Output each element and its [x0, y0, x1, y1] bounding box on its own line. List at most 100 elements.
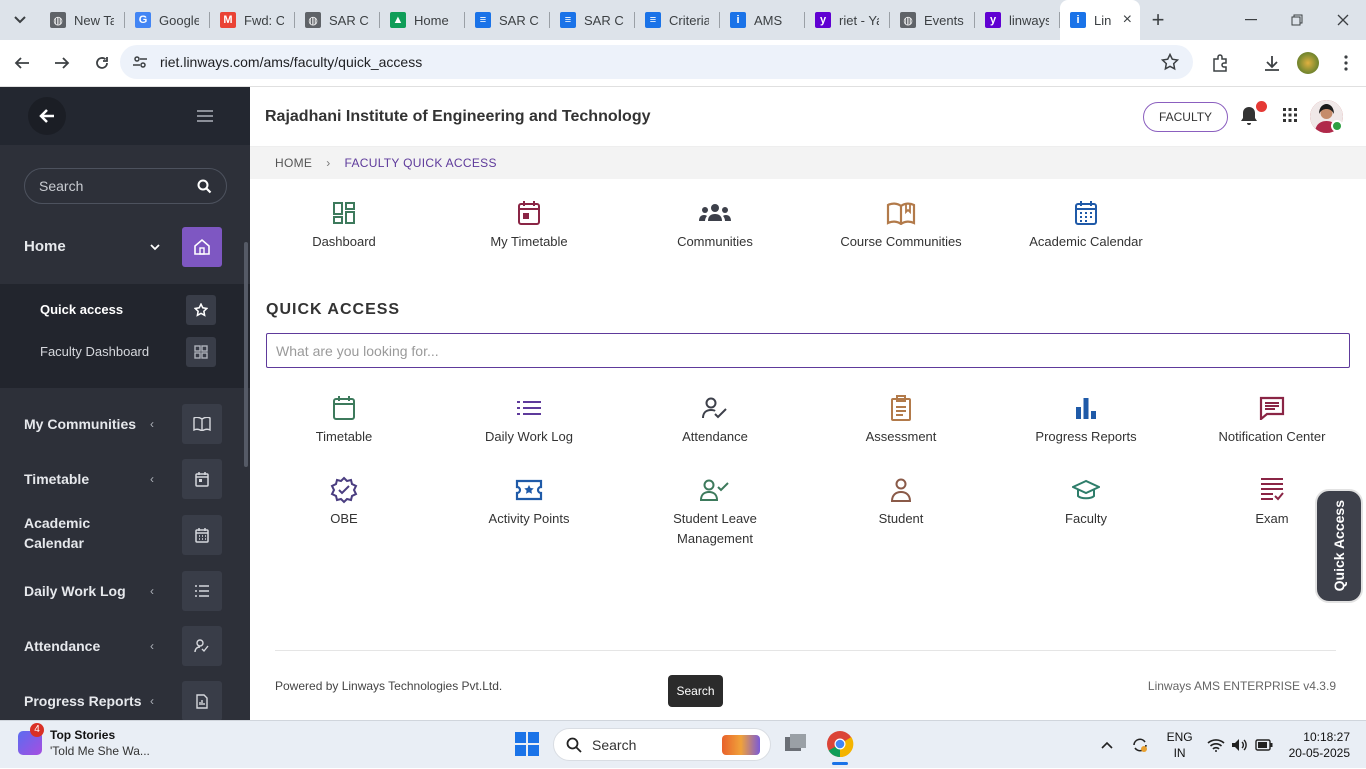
qa-tile-activity-points[interactable]: Activity Points — [439, 475, 619, 529]
back-arrow-icon[interactable] — [4, 45, 40, 81]
chevron-up-icon[interactable] — [1101, 741, 1113, 749]
search-icon[interactable] — [197, 179, 212, 194]
breadcrumb-home[interactable]: HOME — [275, 156, 312, 170]
task-view-icon[interactable] — [784, 732, 808, 756]
message-icon — [1259, 396, 1285, 420]
sync-icon[interactable] — [1131, 736, 1149, 754]
bar-chart-icon — [1076, 398, 1096, 419]
sidebar-item-daily-work-log[interactable]: Daily Work Log ‹ — [0, 571, 250, 611]
qa-tile-timetable[interactable]: Timetable — [254, 393, 434, 447]
tile-label: Timetable — [315, 429, 373, 444]
browser-tab[interactable]: ▲ Home — [380, 0, 465, 40]
faculty-role-button[interactable]: FACULTY — [1143, 102, 1228, 132]
back-button[interactable] — [28, 97, 66, 135]
sidebar-submenu: Quick access Faculty Dashboard — [0, 284, 250, 388]
browser-tab[interactable]: i Lin × — [1060, 0, 1140, 40]
hamburger-menu-icon[interactable] — [197, 110, 213, 122]
quick-access-search-input[interactable] — [266, 333, 1350, 368]
browser-tab[interactable]: ◍ Events — [890, 0, 975, 40]
news-title: Top Stories — [50, 728, 116, 742]
chevron-left-icon: ‹ — [150, 639, 154, 653]
calendar-icon — [333, 396, 355, 420]
news-widget[interactable]: 4 Top Stories 'Told Me She Wa... — [18, 723, 150, 759]
linways-icon: i — [730, 12, 746, 28]
sidebar-item-label: Academic Calendar — [24, 515, 91, 551]
browser-tab[interactable]: ◍ New Tab — [40, 0, 125, 40]
close-tab-icon[interactable]: × — [1123, 11, 1132, 29]
chrome-menu-icon[interactable] — [1330, 47, 1362, 79]
sidebar-item-my-communities[interactable]: My Communities ‹ — [0, 404, 250, 444]
footer-divider — [275, 650, 1336, 651]
sidebar-search[interactable]: Search — [24, 168, 227, 204]
qa-tile-student-leave-management[interactable]: Student Leave Management — [625, 475, 805, 549]
clock[interactable]: 10:18:27 20-05-2025 — [1289, 729, 1350, 761]
tile-label: Student Leave Management — [673, 511, 757, 546]
browser-tab[interactable]: y linways — [975, 0, 1060, 40]
sidebar: Search Home Quick access Faculty Dashboa… — [0, 87, 250, 720]
sidebar-item-timetable[interactable]: Timetable ‹ — [0, 459, 250, 499]
qa-tile-obe[interactable]: OBE — [254, 475, 434, 529]
tile-label: Communities — [677, 234, 753, 249]
volume-icon[interactable] — [1231, 738, 1249, 752]
sidebar-item-home[interactable]: Home — [0, 227, 250, 267]
browser-tab[interactable]: i AMS — [720, 0, 805, 40]
sidebar-item-progress-reports[interactable]: Progress Reports ‹ — [0, 681, 250, 720]
sidebar-item-quick-access[interactable]: Quick access — [0, 292, 250, 328]
address-bar[interactable]: riet.linways.com/ams/faculty/quick_acces… — [120, 45, 1193, 79]
qa-tile-progress-reports[interactable]: Progress Reports — [996, 393, 1176, 447]
qa-tile-faculty[interactable]: Faculty — [996, 475, 1176, 529]
tile-academic-calendar[interactable]: Academic Calendar — [996, 198, 1176, 252]
tile-course-communities[interactable]: Course Communities — [811, 198, 991, 252]
reload-icon[interactable] — [84, 45, 120, 81]
tab-search-button[interactable] — [0, 0, 40, 40]
chrome-taskbar-icon[interactable] — [826, 730, 854, 765]
browser-tab[interactable]: ≡ SAR C2 — [550, 0, 635, 40]
qa-tile-assessment[interactable]: Assessment — [811, 393, 991, 447]
site-info-icon[interactable] — [132, 54, 148, 70]
sidebar-item-attendance[interactable]: Attendance ‹ — [0, 626, 250, 666]
quick-access-side-label: Quick Access — [1331, 500, 1347, 592]
browser-tab[interactable]: y riet - Ya — [805, 0, 890, 40]
notification-bell[interactable] — [1240, 101, 1267, 128]
yahoo-icon: y — [815, 12, 831, 28]
browser-tab[interactable]: ≡ SAR C2 — [465, 0, 550, 40]
browser-tab[interactable]: ◍ SAR C2 — [295, 0, 380, 40]
minimize-icon[interactable] — [1228, 0, 1274, 40]
bookmark-star-icon[interactable] — [1161, 53, 1179, 71]
globe-icon: ◍ — [50, 12, 66, 28]
browser-tab-title: SAR C2 — [499, 12, 539, 28]
clipboard-icon — [891, 395, 911, 421]
qa-tile-attendance[interactable]: Attendance — [625, 393, 805, 447]
quick-access-side-tab[interactable]: Quick Access — [1315, 489, 1363, 603]
browser-tab[interactable]: G Google — [125, 0, 210, 40]
wifi-icon[interactable] — [1207, 738, 1225, 752]
tile-dashboard[interactable]: Dashboard — [254, 198, 434, 252]
sidebar-item-label: Attendance — [24, 638, 101, 654]
tile-my-timetable[interactable]: My Timetable — [439, 198, 619, 252]
tile-label: Daily Work Log — [485, 429, 573, 444]
extensions-icon[interactable] — [1204, 47, 1236, 79]
maximize-icon[interactable] — [1274, 0, 1320, 40]
browser-tab[interactable]: M Fwd: Cr — [210, 0, 295, 40]
new-tab-button[interactable]: + — [1140, 0, 1176, 40]
browser-tab[interactable]: ≡ Criteria — [635, 0, 720, 40]
google-icon: G — [135, 12, 151, 28]
taskbar-search[interactable]: Search — [553, 728, 771, 761]
qa-tile-student[interactable]: Student — [811, 475, 991, 529]
forward-arrow-icon[interactable] — [44, 45, 80, 81]
breadcrumb: HOME › FACULTY QUICK ACCESS — [250, 147, 1366, 179]
language-indicator[interactable]: ENG IN — [1167, 729, 1193, 761]
tile-communities[interactable]: Communities — [625, 198, 805, 252]
close-window-icon[interactable] — [1320, 0, 1366, 40]
profile-avatar[interactable] — [1292, 47, 1324, 79]
qa-tile-notification-center[interactable]: Notification Center — [1182, 393, 1362, 447]
apps-grid-icon[interactable] — [1283, 108, 1297, 122]
windows-start-icon[interactable] — [515, 732, 539, 756]
news-badge: 4 — [30, 723, 44, 737]
sidebar-item-faculty-dashboard[interactable]: Faculty Dashboard — [0, 334, 250, 370]
download-icon[interactable] — [1256, 47, 1288, 79]
sidebar-item-academic-calendar[interactable]: Academic Calendar — [0, 515, 250, 555]
sidebar-scrollbar[interactable] — [244, 242, 248, 467]
battery-icon[interactable] — [1254, 739, 1273, 751]
qa-tile-daily-work-log[interactable]: Daily Work Log — [439, 393, 619, 447]
